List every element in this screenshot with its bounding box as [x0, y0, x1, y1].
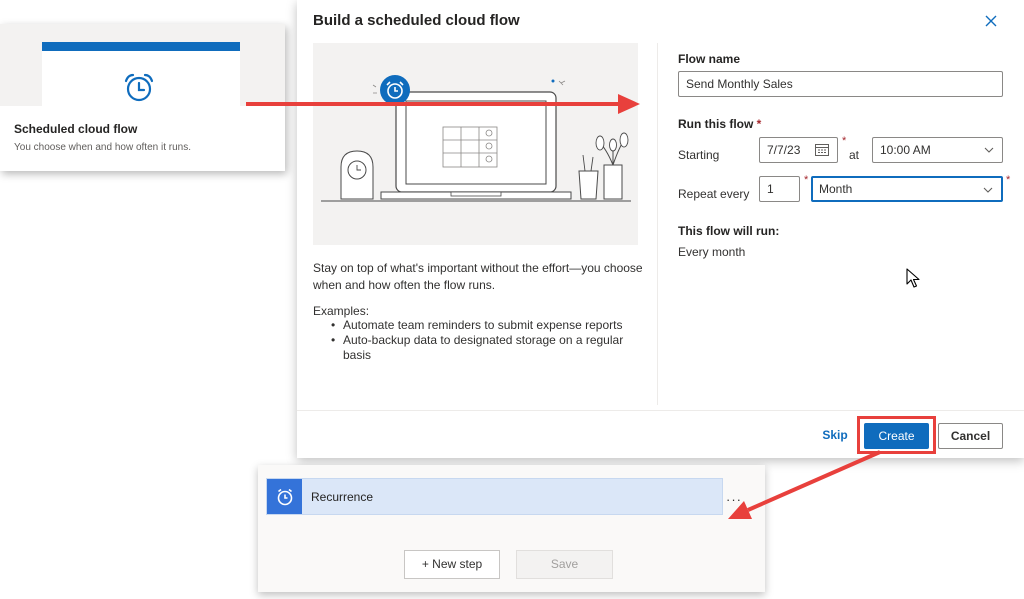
required-marker: *	[842, 135, 847, 147]
mouse-cursor-icon	[906, 268, 920, 288]
starting-label: Starting	[678, 148, 720, 162]
start-date-value: 7/7/23	[767, 143, 801, 157]
start-time-value: 10:00 AM	[880, 143, 931, 157]
vertical-divider	[657, 43, 658, 405]
chevron-down-icon	[984, 147, 994, 153]
flow-name-input[interactable]: Send Monthly Sales	[678, 71, 1003, 97]
new-step-button[interactable]: + New step	[404, 550, 500, 579]
flow-name-label: Flow name	[678, 52, 741, 66]
recurrence-step[interactable]: Recurrence ···	[266, 478, 741, 515]
examples-list: Automate team reminders to submit expens…	[331, 318, 631, 363]
chevron-down-icon	[983, 187, 993, 193]
create-button[interactable]: Create	[864, 423, 929, 449]
examples-label: Examples:	[313, 304, 370, 318]
run-this-flow-label: Run this flow *	[678, 117, 762, 131]
card-description: You choose when and how often it runs.	[14, 142, 191, 153]
required-marker: *	[804, 174, 809, 186]
example-item: Auto-backup data to designated storage o…	[331, 333, 631, 363]
recurrence-label: Recurrence	[311, 490, 374, 504]
thumbnail-panel	[42, 42, 240, 106]
flow-name-value: Send Monthly Sales	[686, 77, 793, 91]
card-title: Scheduled cloud flow	[14, 122, 138, 136]
timer-icon	[277, 488, 293, 506]
save-button[interactable]: Save	[516, 550, 613, 579]
more-options-icon[interactable]: ···	[726, 493, 742, 506]
flow-schedule-summary: Every month	[678, 245, 746, 259]
build-scheduled-flow-dialog: Build a scheduled cloud flow Stay on top…	[297, 0, 1024, 458]
required-marker: *	[1006, 174, 1011, 186]
calendar-icon[interactable]	[815, 143, 829, 156]
start-time-dropdown[interactable]: 10:00 AM	[872, 137, 1003, 163]
example-item: Automate team reminders to submit expens…	[331, 318, 631, 333]
flow-designer-card: Recurrence ··· + New step Save	[258, 465, 765, 592]
laptop-illustration	[313, 43, 638, 245]
close-icon[interactable]	[982, 12, 1000, 30]
repeat-interval-value: 1	[767, 182, 774, 196]
thumbnail-header-bar	[42, 42, 240, 51]
cancel-button[interactable]: Cancel	[938, 423, 1003, 449]
flow-will-run-label: This flow will run:	[678, 224, 780, 238]
alarm-clock-icon	[124, 73, 154, 102]
repeat-interval-input[interactable]: 1	[759, 176, 800, 202]
card-thumbnail	[0, 24, 285, 106]
footer-divider	[297, 410, 1024, 411]
skip-button[interactable]: Skip	[819, 423, 851, 449]
at-label: at	[849, 148, 860, 162]
dialog-title: Build a scheduled cloud flow	[313, 12, 520, 29]
dialog-description: Stay on top of what's important without …	[313, 261, 643, 292]
repeat-every-label: Repeat every	[678, 187, 750, 201]
recurrence-icon-box	[267, 479, 302, 514]
repeat-unit-value: Month	[819, 182, 853, 196]
scheduled-cloud-flow-card[interactable]: Scheduled cloud flow You choose when and…	[0, 24, 285, 171]
repeat-unit-dropdown[interactable]: Month	[811, 176, 1003, 202]
start-date-picker[interactable]: 7/7/23	[759, 137, 838, 163]
